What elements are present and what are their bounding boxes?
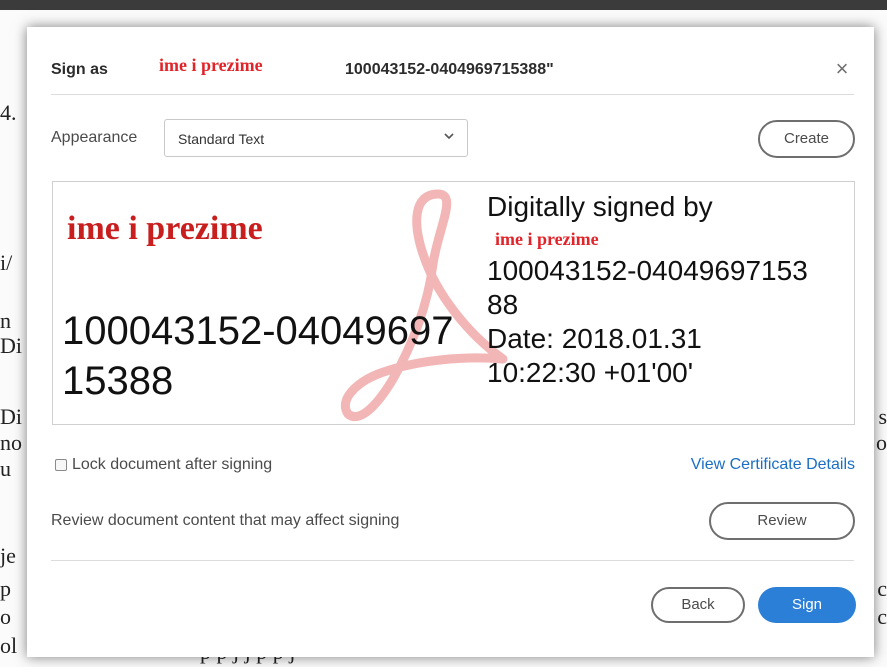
preview-details-time: 10:22:30 +01'00' bbox=[487, 357, 694, 388]
preview-digitally-signed-by: Digitally signed by bbox=[487, 191, 713, 222]
create-button[interactable]: Create bbox=[758, 120, 855, 158]
bg-text-fragment: ol bbox=[0, 633, 18, 658]
bg-text-fragment: o bbox=[876, 430, 887, 455]
signer-name: ime i prezime bbox=[159, 55, 263, 75]
appearance-label: Appearance bbox=[51, 129, 138, 146]
signer-id: 100043152-0404969715388" bbox=[345, 61, 554, 78]
sign-button[interactable]: Sign bbox=[758, 587, 856, 623]
preview-details-id-1: 100043152-04049697153 bbox=[487, 255, 808, 286]
bg-text-fragment: i/ bbox=[0, 250, 13, 275]
bg-text-fragment: p bbox=[0, 576, 11, 601]
sign-as-label: Sign as bbox=[51, 61, 108, 78]
footer-divider bbox=[51, 560, 854, 561]
preview-details-id-2: 88 bbox=[487, 289, 519, 320]
preview-signer-id: 100043152-0404969715388 bbox=[62, 309, 454, 403]
view-certificate-details-link[interactable]: View Certificate Details bbox=[691, 456, 855, 474]
bg-text-fragment: no bbox=[0, 430, 22, 455]
bg-text-fragment: u bbox=[0, 456, 11, 481]
review-content-text: Review document content that may affect … bbox=[51, 512, 400, 529]
bg-text-fragment: Di bbox=[0, 404, 22, 429]
sign-dialog: Sign as ime i prezime 100043152-04049697… bbox=[27, 27, 874, 657]
review-button[interactable]: Review bbox=[709, 502, 855, 540]
bg-text-fragment: o bbox=[0, 604, 11, 629]
bg-text-fragment: Di bbox=[0, 333, 22, 358]
dialog-header: Sign as ime i prezime 100043152-04049697… bbox=[27, 27, 874, 93]
chevron-down-icon bbox=[443, 129, 455, 145]
preview-signer-name: ime i prezime bbox=[67, 210, 263, 247]
bg-text-fragment: 4. bbox=[0, 100, 17, 125]
header-divider bbox=[51, 94, 854, 95]
bg-text-fragment: s bbox=[878, 404, 887, 429]
preview-details-date: Date: 2018.01.31 bbox=[487, 323, 702, 354]
signer-name-overlay: ime i prezime bbox=[125, 47, 343, 89]
bg-text-fragment: je bbox=[0, 543, 16, 568]
appearance-selected-value: Standard Text bbox=[178, 131, 265, 147]
lock-document-checkbox[interactable] bbox=[55, 459, 67, 471]
close-icon[interactable]: × bbox=[830, 57, 854, 81]
appearance-select[interactable]: Standard Text bbox=[164, 119, 468, 157]
preview-details-name: ime i prezime bbox=[495, 229, 599, 249]
back-button[interactable]: Back bbox=[651, 587, 745, 623]
signature-preview: ime i prezime 100043152-0404969715388 Di… bbox=[52, 181, 855, 425]
lock-document-label: Lock document after signing bbox=[72, 456, 273, 473]
bg-text-fragment: c bbox=[877, 604, 887, 629]
bg-text-fragment: n bbox=[0, 308, 11, 333]
bg-text-fragment: c bbox=[877, 576, 887, 601]
preview-details: Digitally signed by ime i prezime 100043… bbox=[487, 190, 854, 390]
